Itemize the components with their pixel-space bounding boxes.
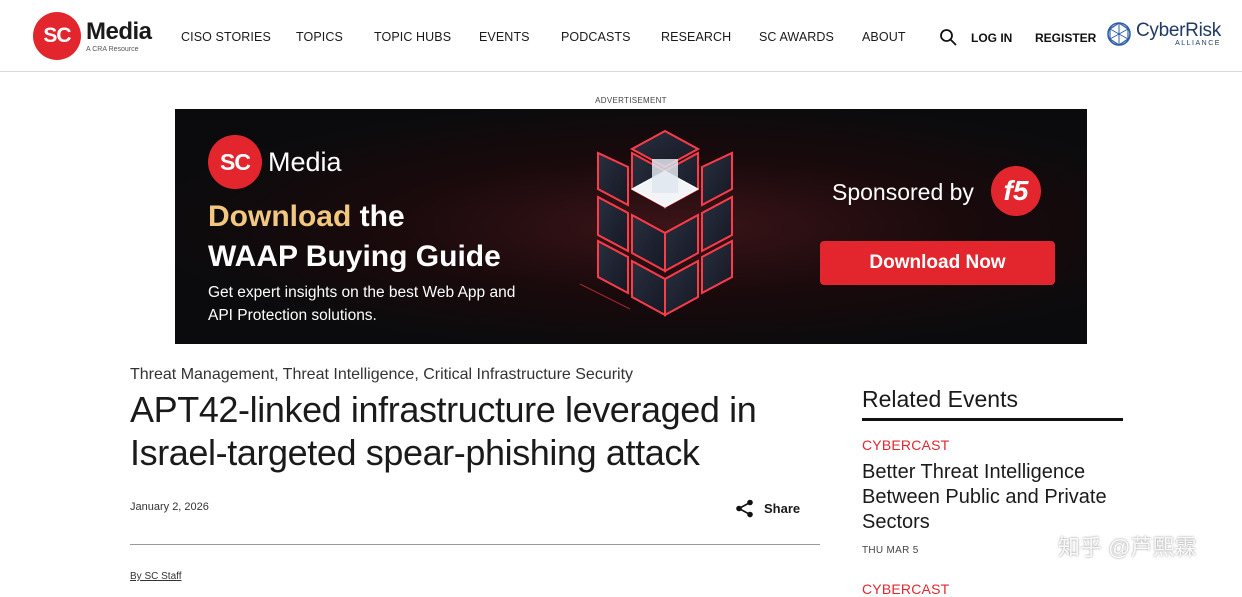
ad-logo-mark: SC xyxy=(208,135,262,189)
nav-research[interactable]: RESEARCH xyxy=(661,30,731,44)
cyberrisk-globe-icon xyxy=(1107,22,1131,46)
ad-description: Get expert insights on the best Web App … xyxy=(208,284,516,324)
logo-name: Media xyxy=(86,17,152,45)
cyberrisk-alliance-logo[interactable]: CyberRisk ALLIANCE xyxy=(1106,21,1221,47)
cube-graphic xyxy=(579,129,733,317)
f5-logo: f5 xyxy=(991,166,1041,216)
ad-headline-rest: the xyxy=(359,200,405,233)
nav-about[interactable]: ABOUT xyxy=(862,30,906,44)
ad-sponsored-by: Sponsored by xyxy=(832,179,974,205)
nav-topics[interactable]: TOPICS xyxy=(296,30,343,44)
ad-headline-highlight: Download xyxy=(208,200,352,233)
nav-topic-hubs[interactable]: TOPIC HUBS xyxy=(374,30,451,44)
watermark: 知乎 @芦熙霖 xyxy=(1058,535,1197,560)
event-title[interactable]: Better Threat Intelligence Between Publi… xyxy=(862,460,1132,535)
site-header: SC Media A CRA Resource CISO STORIES TOP… xyxy=(0,0,1242,72)
ad-banner[interactable]: SC Media Download the WAAP Buying Guide … xyxy=(175,109,1087,344)
download-now-button[interactable]: Download Now xyxy=(820,241,1055,285)
login-link[interactable]: LOG IN xyxy=(971,31,1012,45)
article-date: January 2, 2026 xyxy=(130,501,209,513)
article-byline[interactable]: By SC Staff xyxy=(130,571,182,582)
share-label: Share xyxy=(764,501,801,516)
cyberrisk-sub: ALLIANCE xyxy=(1175,40,1221,47)
nav-podcasts[interactable]: PODCASTS xyxy=(561,30,631,44)
share-button[interactable]: Share xyxy=(735,499,800,518)
sc-logo-mark: SC xyxy=(33,12,81,60)
ad-logo-name: Media xyxy=(268,146,342,177)
ad-headline: Download the WAAP Buying Guide xyxy=(208,197,501,277)
ad-sc-media-logo: SC Media xyxy=(208,135,342,189)
event-type: CYBERCAST xyxy=(862,437,950,453)
cyberrisk-name: CyberRisk xyxy=(1136,20,1221,41)
related-events-rule xyxy=(862,418,1123,421)
event-type: CYBERCAST xyxy=(862,581,950,597)
nav-events[interactable]: EVENTS xyxy=(479,30,530,44)
event-date: THU MAR 5 xyxy=(862,545,919,556)
ad-headline-line2: WAAP Buying Guide xyxy=(208,240,501,273)
article-title: APT42-linked infrastructure leveraged in… xyxy=(130,389,757,473)
register-link[interactable]: REGISTER xyxy=(1035,31,1096,45)
nav-sc-awards[interactable]: SC AWARDS xyxy=(759,30,834,44)
sc-media-logo[interactable]: SC Media A CRA Resource xyxy=(33,12,152,60)
ad-label: ADVERTISEMENT xyxy=(595,96,667,105)
article-categories[interactable]: Threat Management, Threat Intelligence, … xyxy=(130,366,633,384)
share-icon xyxy=(736,499,753,518)
logo-subtitle: A CRA Resource xyxy=(86,45,139,53)
search-icon[interactable] xyxy=(939,28,957,46)
related-events-title: Related Events xyxy=(862,386,1018,412)
article-divider xyxy=(130,544,820,545)
nav-ciso-stories[interactable]: CISO STORIES xyxy=(181,30,271,44)
